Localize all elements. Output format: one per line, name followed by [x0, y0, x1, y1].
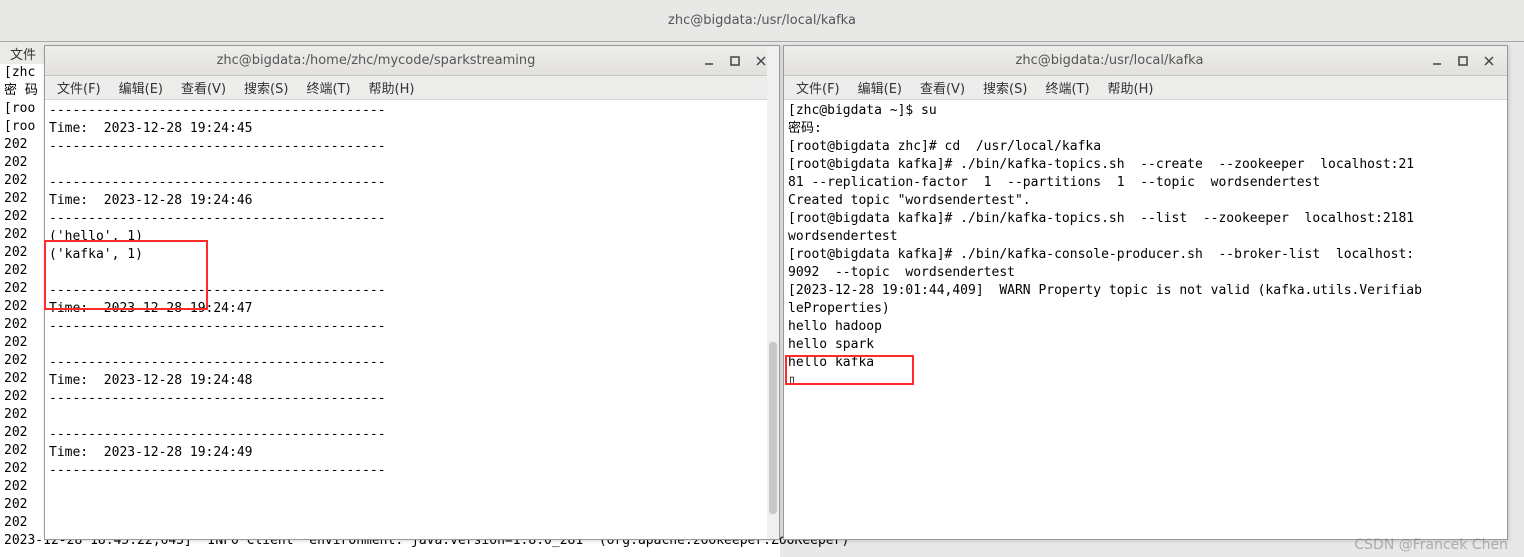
menu-search[interactable]: 搜索(S) [975, 76, 1035, 99]
menu-view[interactable]: 查看(V) [912, 76, 973, 99]
window-title-left: zhc@bigdata:/home/zhc/mycode/sparkstream… [53, 53, 699, 68]
minimize-button[interactable] [699, 52, 719, 70]
minimize-button[interactable] [1427, 52, 1447, 70]
menu-file[interactable]: 文件(F) [49, 76, 109, 99]
menu-edit[interactable]: 编辑(E) [111, 76, 171, 99]
close-icon [1483, 55, 1495, 67]
terminal-content-left[interactable]: ----------------------------------------… [45, 100, 779, 539]
terminal-window-sparkstreaming: zhc@bigdata:/home/zhc/mycode/sparkstream… [44, 45, 780, 540]
maximize-icon [729, 55, 741, 67]
close-icon [755, 55, 767, 67]
scrollbar-left[interactable] [767, 46, 779, 539]
maximize-button[interactable] [1453, 52, 1473, 70]
menubar-left: 文件(F) 编辑(E) 查看(V) 搜索(S) 终端(T) 帮助(H) [45, 76, 779, 100]
top-window-titlebar: zhc@bigdata:/usr/local/kafka [0, 0, 1524, 42]
titlebar-left[interactable]: zhc@bigdata:/home/zhc/mycode/sparkstream… [45, 46, 779, 76]
menu-terminal[interactable]: 终端(T) [1037, 76, 1097, 99]
title-buttons-right [1427, 52, 1499, 70]
top-window-title: zhc@bigdata:/usr/local/kafka [668, 13, 856, 28]
menu-edit[interactable]: 编辑(E) [850, 76, 910, 99]
minimize-icon [1431, 55, 1443, 67]
menu-file[interactable]: 文件(F) [788, 76, 848, 99]
watermark: CSDN @Francek Chen [1354, 537, 1508, 553]
maximize-button[interactable] [725, 52, 745, 70]
titlebar-right[interactable]: zhc@bigdata:/usr/local/kafka [784, 46, 1507, 76]
terminal-window-kafka: zhc@bigdata:/usr/local/kafka 文件(F) 编辑(E)… [783, 45, 1508, 540]
bg-menu-file: 文件 [10, 48, 36, 63]
scrollbar-thumb-left[interactable] [769, 342, 777, 515]
menubar-right: 文件(F) 编辑(E) 查看(V) 搜索(S) 终端(T) 帮助(H) [784, 76, 1507, 100]
window-title-right: zhc@bigdata:/usr/local/kafka [792, 53, 1427, 68]
minimize-icon [703, 55, 715, 67]
menu-terminal[interactable]: 终端(T) [298, 76, 358, 99]
menu-search[interactable]: 搜索(S) [236, 76, 296, 99]
menu-help[interactable]: 帮助(H) [1100, 76, 1162, 99]
terminal-content-right[interactable]: [zhc@bigdata ~]$ su 密码: [root@bigdata zh… [784, 100, 1507, 539]
maximize-icon [1457, 55, 1469, 67]
menu-view[interactable]: 查看(V) [173, 76, 234, 99]
close-button[interactable] [1479, 52, 1499, 70]
menu-help[interactable]: 帮助(H) [361, 76, 423, 99]
title-buttons-left [699, 52, 771, 70]
